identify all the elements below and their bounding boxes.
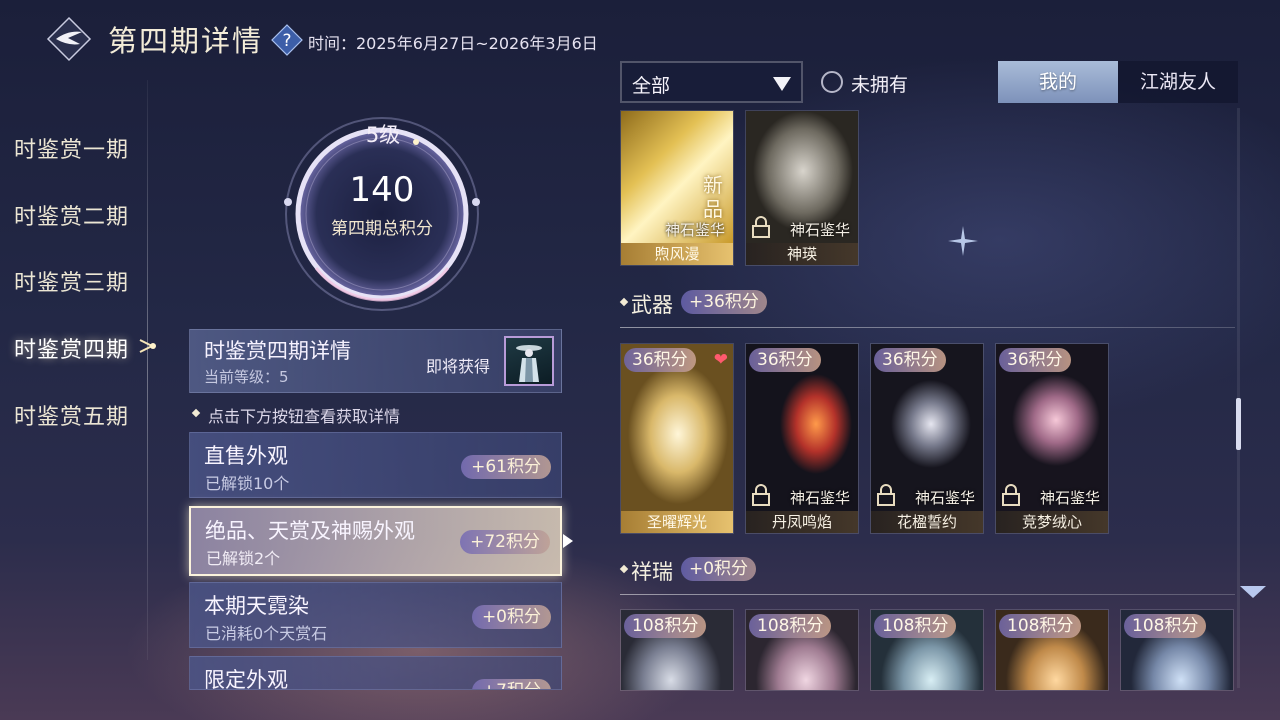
section-bullet-icon bbox=[619, 297, 629, 307]
scrollbar-thumb[interactable] bbox=[1236, 398, 1241, 450]
category-filter-select[interactable]: 全部 bbox=[620, 61, 803, 103]
mount-card[interactable]: 108积分 bbox=[745, 609, 859, 691]
category-dye[interactable]: 本期天霓染 已消耗0个天赏石 +0积分 bbox=[189, 582, 562, 648]
weapon-card[interactable]: 36积分 神石鉴华 花楹誓约 bbox=[870, 343, 984, 534]
card-source-label: 神石鉴华 bbox=[664, 221, 725, 239]
hint-bullet-icon bbox=[191, 408, 201, 418]
card-price-badge: 108积分 bbox=[1124, 614, 1207, 638]
category-title: 绝品、天赏及神赐外观 bbox=[205, 519, 415, 543]
new-badge: 新品 bbox=[703, 173, 723, 221]
back-button[interactable] bbox=[46, 16, 92, 62]
upcoming-reward-thumbnail[interactable] bbox=[504, 336, 554, 386]
lock-icon bbox=[752, 484, 770, 506]
card-source-label: 神石鉴华 bbox=[789, 221, 850, 239]
category-title: 本期天霓染 bbox=[204, 594, 309, 618]
tab-friends[interactable]: 江湖友人 bbox=[1118, 61, 1238, 103]
page-title: 第四期详情 bbox=[108, 24, 264, 58]
section-bullet-icon bbox=[619, 564, 629, 574]
mount-card[interactable]: 108积分 bbox=[870, 609, 984, 691]
card-name: 竞梦绒心 bbox=[996, 511, 1108, 533]
category-subtitle: 已解锁2个 bbox=[206, 549, 281, 568]
total-points-value: 140 bbox=[349, 170, 415, 210]
card-price-badge: 108积分 bbox=[749, 614, 832, 638]
category-points-badge: +72积分 bbox=[460, 530, 550, 554]
card-name: 神瑛 bbox=[746, 243, 858, 265]
category-subtitle: 已解锁10个 bbox=[205, 474, 290, 493]
period-text: 时间：2025年6月27日~2026年3月6日 bbox=[308, 34, 598, 53]
category-direct-sale[interactable]: 直售外观 已解锁10个 +61积分 bbox=[189, 432, 562, 498]
card-name: 花楹誓约 bbox=[871, 511, 983, 533]
unowned-filter-radio[interactable] bbox=[821, 71, 843, 93]
lock-icon bbox=[752, 216, 770, 238]
help-button[interactable]: ? bbox=[271, 24, 303, 56]
scroll-down-icon[interactable] bbox=[1240, 585, 1266, 599]
card-price-badge: 108积分 bbox=[624, 614, 707, 638]
selected-category-arrow-icon bbox=[563, 533, 573, 548]
back-arrow-icon bbox=[46, 16, 92, 62]
total-points-caption: 第四期总积分 bbox=[331, 219, 433, 239]
current-level-text: 当前等级：5 bbox=[204, 368, 289, 386]
chevron-down-icon bbox=[773, 77, 791, 91]
tab-mine[interactable]: 我的 bbox=[998, 61, 1118, 103]
nav-item-period-1[interactable]: 时鉴赏一期 bbox=[14, 132, 129, 164]
card-name: 丹凤鸣焰 bbox=[746, 511, 858, 533]
section-divider bbox=[620, 594, 1235, 595]
nav-item-period-2[interactable]: 时鉴赏二期 bbox=[14, 199, 129, 231]
period-detail-title: 时鉴赏四期详情 bbox=[204, 339, 351, 363]
mount-card[interactable]: 108积分 bbox=[620, 609, 734, 691]
card-price-badge: 36积分 bbox=[749, 348, 821, 372]
card-price-badge: 36积分 bbox=[999, 348, 1071, 372]
unowned-filter-label: 未拥有 bbox=[851, 74, 909, 96]
card-price-badge: 108积分 bbox=[999, 614, 1082, 638]
section-title-auspicious: 祥瑞 bbox=[631, 560, 673, 584]
category-points-badge: +0积分 bbox=[471, 605, 551, 629]
section-points-weapon: +36积分 bbox=[681, 290, 767, 314]
costume-card[interactable]: 新品 神石鉴华 煦风漫 bbox=[620, 110, 734, 266]
card-name: 煦风漫 bbox=[621, 243, 733, 265]
heart-icon[interactable]: ❤ bbox=[714, 350, 728, 370]
card-source-label: 神石鉴华 bbox=[914, 489, 975, 507]
category-title: 限定外观 bbox=[204, 668, 288, 690]
card-price-badge: 36积分 bbox=[624, 348, 696, 372]
lock-icon bbox=[877, 484, 895, 506]
mount-card[interactable]: 108积分 bbox=[1120, 609, 1234, 691]
section-divider bbox=[620, 327, 1235, 328]
category-points-badge: +61积分 bbox=[461, 455, 551, 479]
category-points-badge: +7积分 bbox=[471, 679, 551, 689]
category-premium[interactable]: 绝品、天赏及神赐外观 已解锁2个 +72积分 bbox=[189, 506, 562, 576]
card-source-label: 神石鉴华 bbox=[1039, 489, 1100, 507]
mount-card[interactable]: 108积分 bbox=[995, 609, 1109, 691]
svg-text:?: ? bbox=[282, 31, 291, 51]
nav-item-period-3[interactable]: 时鉴赏三期 bbox=[14, 265, 129, 297]
card-price-badge: 36积分 bbox=[874, 348, 946, 372]
section-points-auspicious: +0积分 bbox=[681, 557, 757, 581]
question-icon: ? bbox=[271, 24, 303, 56]
category-limited[interactable]: 限定外观 +7积分 bbox=[189, 656, 562, 690]
active-indicator-icon bbox=[138, 334, 158, 358]
nav-divider bbox=[147, 80, 148, 660]
owner-tab-bar: 我的 江湖友人 bbox=[998, 61, 1238, 103]
weapon-card[interactable]: 36积分 神石鉴华 竞梦绒心 bbox=[995, 343, 1109, 534]
filter-select-value: 全部 bbox=[632, 75, 671, 97]
hint-text: 点击下方按钮查看获取详情 bbox=[208, 407, 401, 426]
section-title-weapon: 武器 bbox=[631, 293, 673, 317]
costume-card[interactable]: 神石鉴华 神瑛 bbox=[745, 110, 859, 266]
nav-item-period-5[interactable]: 时鉴赏五期 bbox=[14, 399, 129, 431]
nav-item-period-4[interactable]: 时鉴赏四期 bbox=[14, 332, 129, 364]
level-label: 5级 bbox=[365, 123, 401, 147]
card-name: 圣曜辉光 bbox=[621, 511, 733, 533]
weapon-card[interactable]: 36积分 ❤ 圣曜辉光 bbox=[620, 343, 734, 534]
card-source-label: 神石鉴华 bbox=[789, 489, 850, 507]
lock-icon bbox=[1002, 484, 1020, 506]
category-title: 直售外观 bbox=[204, 444, 288, 468]
upcoming-reward-label: 即将获得 bbox=[426, 357, 491, 376]
sparkle-icon bbox=[948, 226, 978, 256]
card-price-badge: 108积分 bbox=[874, 614, 957, 638]
weapon-card[interactable]: 36积分 神石鉴华 丹凤鸣焰 bbox=[745, 343, 859, 534]
category-subtitle: 已消耗0个天赏石 bbox=[205, 624, 328, 643]
costume-figure-icon bbox=[516, 345, 542, 382]
